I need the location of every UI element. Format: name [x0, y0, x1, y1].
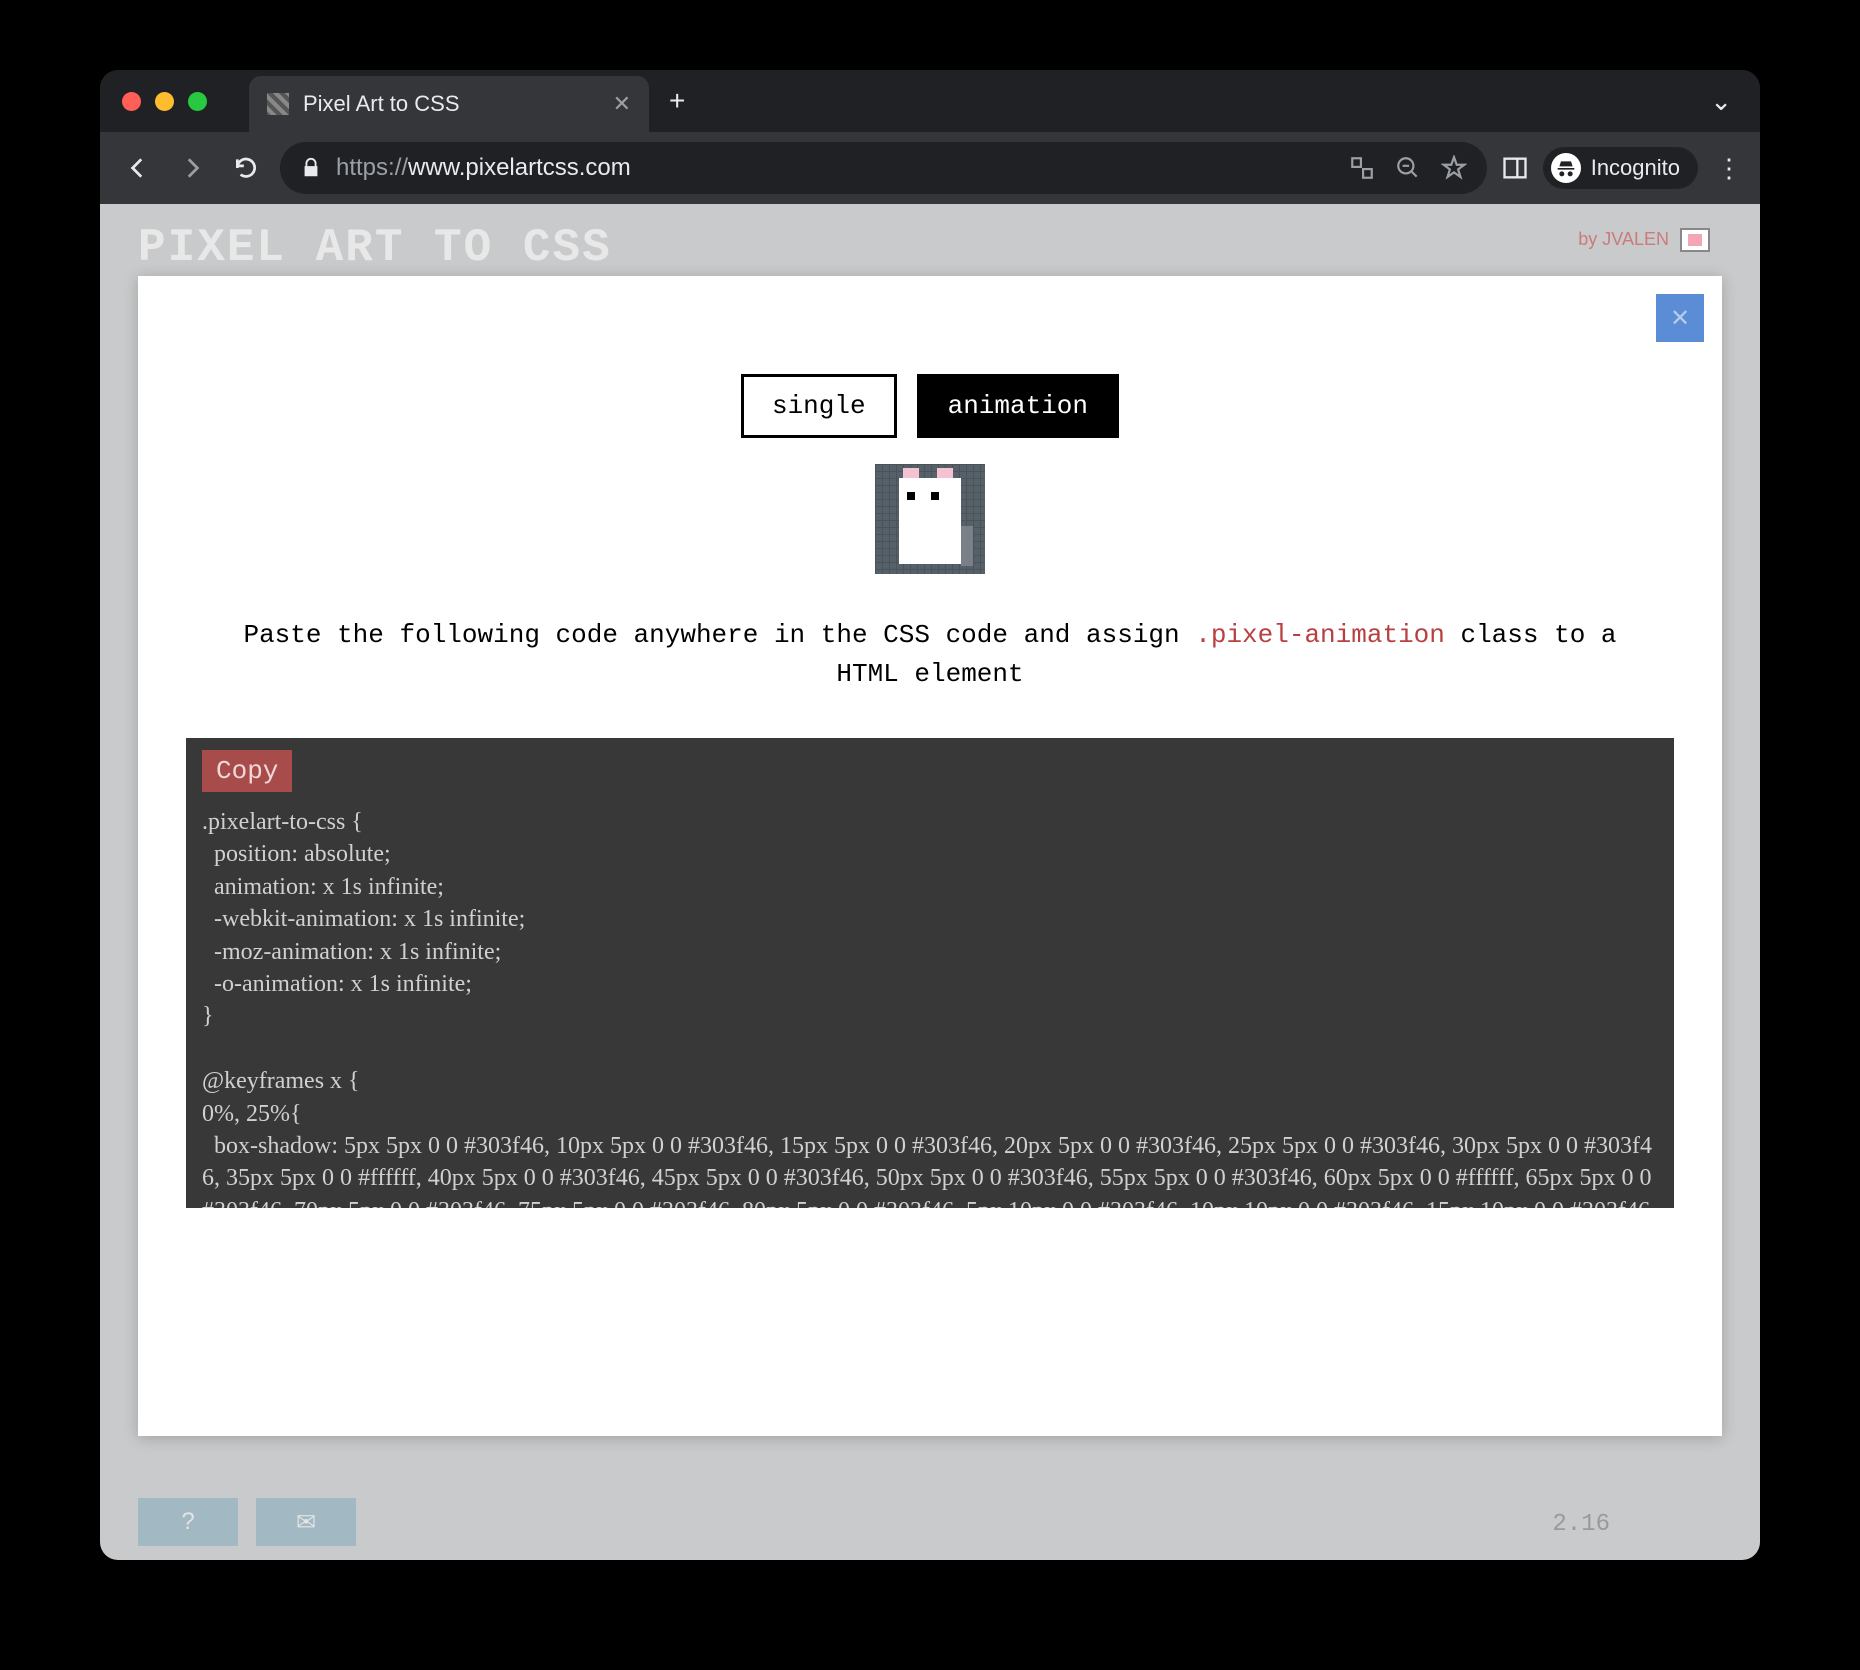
- tab-animation[interactable]: animation: [917, 374, 1119, 438]
- tabs-dropdown-button[interactable]: ⌄: [1710, 86, 1732, 117]
- code-output[interactable]: Copy .pixelart-to-css { position: absolu…: [186, 738, 1674, 1208]
- tab-favicon: [267, 93, 289, 115]
- footer-buttons: ? ✉: [138, 1498, 356, 1546]
- pixel-preview: [875, 464, 985, 574]
- page-content: PIXEL ART TO CSS by JVALEN ✕ single anim…: [100, 204, 1760, 1560]
- export-modal: ✕ single animation Paste the following c…: [138, 276, 1722, 1436]
- address-bar[interactable]: https://www.pixelartcss.com: [280, 142, 1487, 194]
- toolbar: https://www.pixelartcss.com Incognito ⋮: [100, 132, 1760, 204]
- new-tab-button[interactable]: +: [669, 85, 685, 117]
- mail-button[interactable]: ✉: [256, 1498, 356, 1546]
- menu-button[interactable]: ⋮: [1716, 153, 1742, 184]
- page-byline: by JVALEN: [1578, 228, 1710, 252]
- modal-tabs: single animation: [138, 374, 1722, 438]
- reload-button[interactable]: [226, 148, 266, 188]
- tab-single[interactable]: single: [741, 374, 897, 438]
- copy-button[interactable]: Copy: [202, 750, 292, 792]
- code-text: .pixelart-to-css { position: absolute; a…: [202, 806, 1658, 1208]
- incognito-label: Incognito: [1591, 155, 1680, 181]
- incognito-icon: [1551, 153, 1581, 183]
- close-window-button[interactable]: [122, 92, 141, 111]
- back-button[interactable]: [118, 148, 158, 188]
- page-title: PIXEL ART TO CSS: [138, 222, 612, 274]
- forward-button[interactable]: [172, 148, 212, 188]
- side-panel-icon[interactable]: [1501, 154, 1529, 182]
- heart-icon: [1680, 228, 1710, 252]
- zoom-icon[interactable]: [1395, 155, 1421, 181]
- tab-title: Pixel Art to CSS: [303, 91, 599, 117]
- incognito-indicator[interactable]: Incognito: [1543, 147, 1698, 189]
- css-class-name: .pixel-animation: [1195, 620, 1445, 650]
- address-actions: [1349, 155, 1467, 181]
- url-text: https://www.pixelartcss.com: [336, 154, 631, 182]
- lock-icon: [300, 157, 322, 179]
- version-label: 2.16: [1552, 1511, 1610, 1538]
- translate-icon[interactable]: [1349, 155, 1375, 181]
- instruction-text: Paste the following code anywhere in the…: [138, 616, 1722, 694]
- modal-close-button[interactable]: ✕: [1656, 294, 1704, 342]
- tab-close-button[interactable]: ✕: [613, 91, 631, 117]
- traffic-lights: [100, 92, 207, 111]
- browser-window: Pixel Art to CSS ✕ + ⌄ https://www.pixel…: [100, 70, 1760, 1560]
- browser-tab[interactable]: Pixel Art to CSS ✕: [249, 76, 649, 132]
- maximize-window-button[interactable]: [188, 92, 207, 111]
- help-button[interactable]: ?: [138, 1498, 238, 1546]
- minimize-window-button[interactable]: [155, 92, 174, 111]
- titlebar: Pixel Art to CSS ✕ + ⌄: [100, 70, 1760, 132]
- bookmark-icon[interactable]: [1441, 155, 1467, 181]
